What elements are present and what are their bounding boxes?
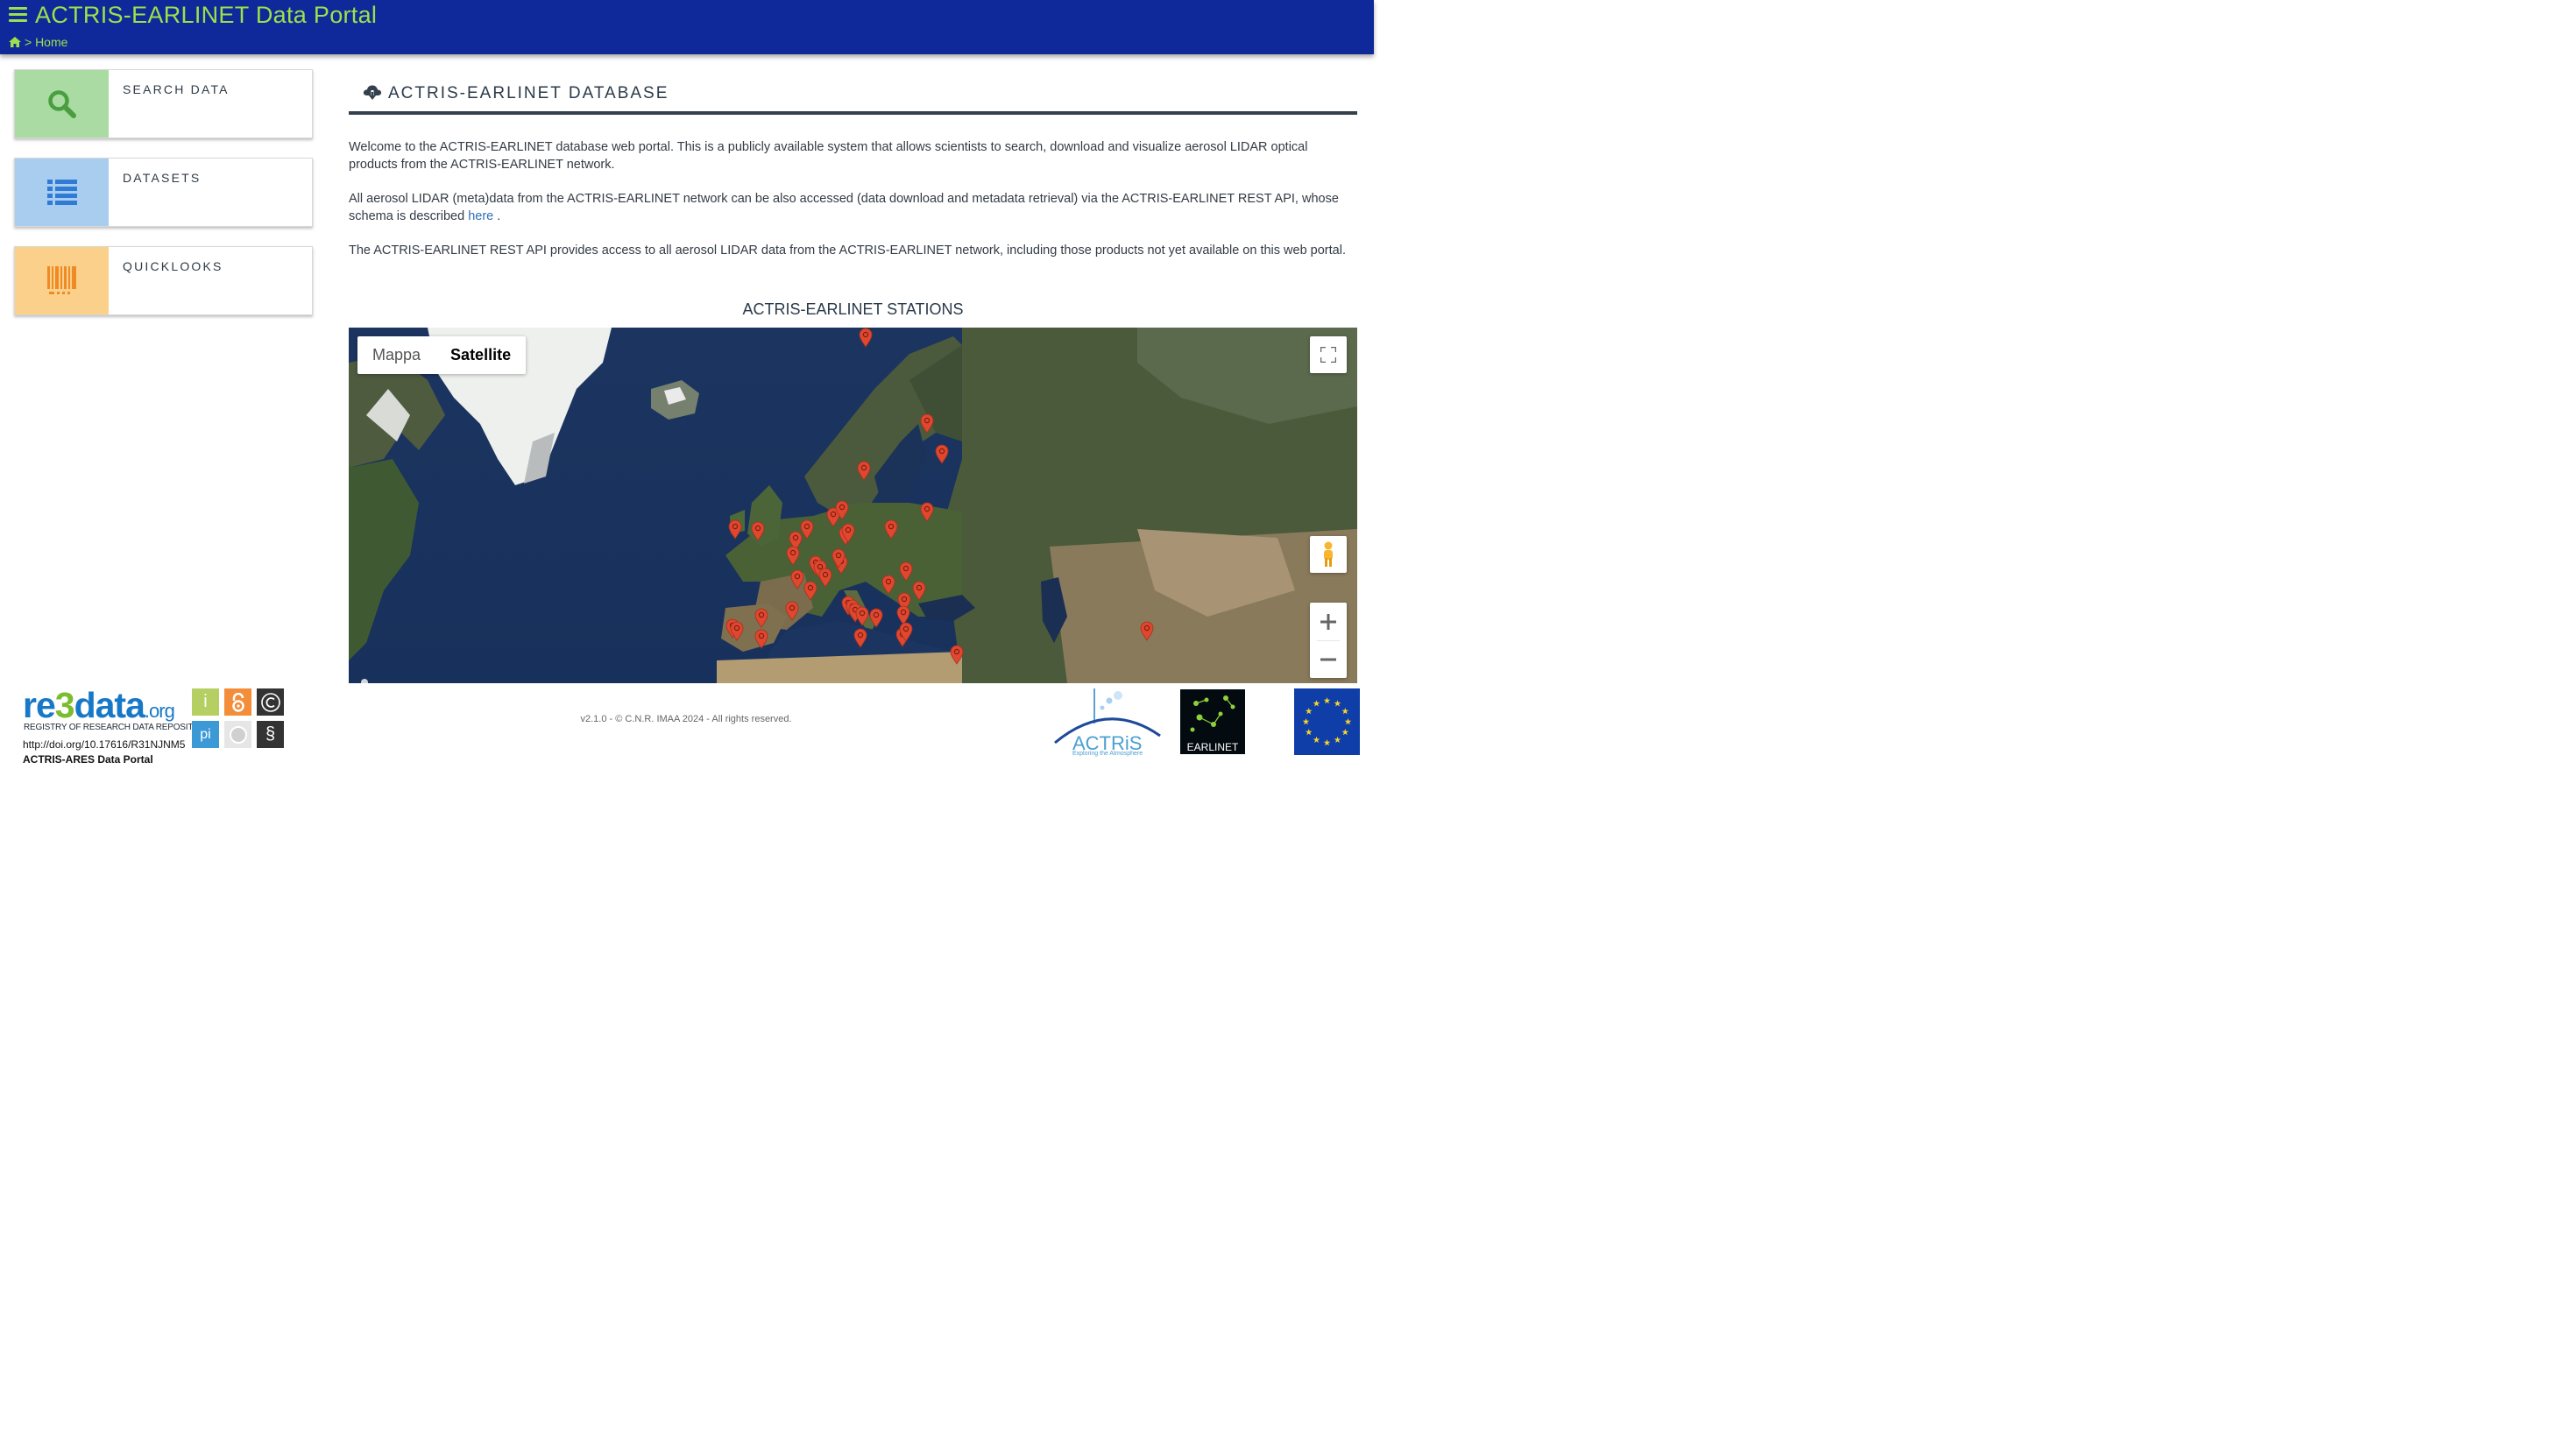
policy-badge-icon: § (257, 721, 284, 748)
rest-api-text-end: . (493, 209, 501, 223)
rest-api-info-paragraph: The ACTRIS-EARLINET REST API provides ac… (349, 244, 1346, 258)
intro-paragraph: Welcome to the ACTRIS-EARLINET database … (349, 140, 1308, 172)
re3data-logo: re3data.org (23, 685, 175, 725)
pid-badge-icon: pi (192, 721, 219, 748)
street-view-button[interactable] (1310, 536, 1347, 573)
map-type-control: Mappa Satellite (357, 336, 527, 374)
top-header: ACTRIS-EARLINET Data Portal > Home (0, 0, 1374, 54)
barcode-icon (46, 265, 76, 294)
copyright-badge-icon (257, 688, 284, 716)
quicklooks-card[interactable]: QUICKLOOKS (14, 246, 313, 315)
earlinet-lidar-graphic: EARLINET (1187, 695, 1239, 753)
fullscreen-button[interactable] (1310, 336, 1347, 373)
stations-title: ACTRIS-EARLINET STATIONS (742, 300, 964, 318)
list-icon (46, 179, 77, 205)
app-title: ACTRIS-EARLINET Data Portal (35, 2, 378, 28)
pegman-icon (1324, 541, 1333, 567)
search-data-label: SEARCH DATA (123, 82, 230, 96)
info-badge-icon: i (192, 688, 219, 716)
map-type-satellite-button[interactable]: Satellite (435, 336, 526, 374)
certificate-badge-icon (224, 721, 251, 748)
re3data-doi[interactable]: http://doi.org/10.17616/R31NJNM5 (23, 738, 185, 751)
search-icon (47, 89, 76, 118)
zoom-in-button[interactable] (1310, 603, 1347, 640)
satellite-map-imagery (349, 328, 1357, 683)
stations-map[interactable]: Mappa Satellite (349, 328, 1357, 683)
earlinet-logo[interactable]: EARLINET (1180, 689, 1245, 754)
zoom-out-icon (1320, 658, 1336, 660)
earlinet-logo-name: EARLINET (1187, 741, 1239, 753)
quicklooks-label: QUICKLOOKS (123, 259, 223, 273)
home-icon[interactable] (9, 37, 21, 47)
here-link[interactable]: here (468, 209, 493, 223)
zoom-control (1310, 603, 1347, 678)
search-data-icon-box (15, 70, 109, 138)
footer-version: v2.1.0 - © C.N.R. IMAA 2024 - All rights… (580, 714, 792, 724)
hamburger-menu-icon[interactable] (9, 7, 27, 23)
section-title: ACTRIS-EARLINET DATABASE (388, 84, 669, 102)
google-watermark (361, 679, 368, 683)
breadcrumb-home-link[interactable]: > Home (25, 35, 67, 49)
fullscreen-icon (1320, 347, 1336, 363)
re3data-tagline: REGISTRY OF RESEARCH DATA REPOSITORIES (24, 723, 220, 732)
zoom-out-button[interactable] (1310, 640, 1347, 678)
cloud-download-icon (363, 85, 382, 100)
rest-api-paragraph: All aerosol LIDAR (meta)data from the AC… (349, 190, 1356, 225)
map-type-mappa-button[interactable]: Mappa (357, 336, 435, 374)
actris-logo-tagline: Exploring the Atmosphere (1072, 751, 1143, 757)
quicklooks-icon-box (15, 247, 109, 314)
datasets-icon-box (15, 159, 109, 226)
breadcrumb: > Home (9, 35, 67, 49)
database-section-header: ACTRIS-EARLINET DATABASE (349, 75, 1357, 115)
datasets-label: DATASETS (123, 171, 202, 185)
eu-flag-logo (1294, 688, 1360, 755)
search-data-card[interactable]: SEARCH DATA (14, 69, 313, 138)
actris-logo[interactable]: ACTRiS Exploring the Atmosphere (1051, 688, 1164, 757)
open-access-badge-icon (224, 688, 251, 716)
datasets-card[interactable]: DATASETS (14, 158, 313, 227)
re3data-portal-name: ACTRIS-ARES Data Portal (23, 753, 153, 766)
zoom-in-icon (1320, 613, 1336, 630)
